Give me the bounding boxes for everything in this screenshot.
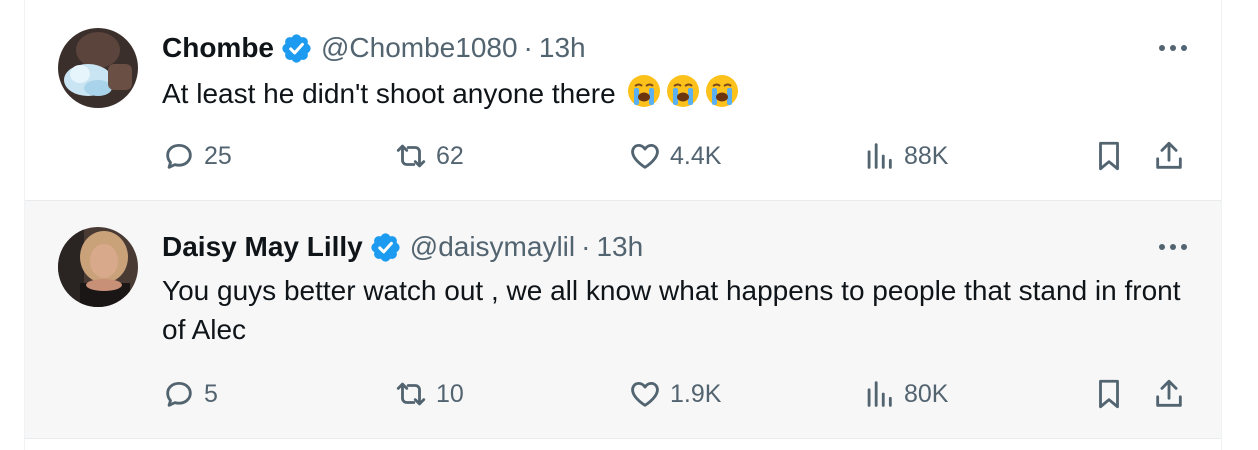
separator-dot: · <box>581 231 591 262</box>
reply-button[interactable]: 5 <box>162 374 218 414</box>
heart-icon <box>631 143 659 169</box>
share-icon <box>1156 379 1182 407</box>
more-options-icon[interactable] <box>1155 227 1191 267</box>
share-icon <box>1156 141 1182 169</box>
tweet-header: Chombe @Chombe1080 · 13h <box>162 28 1191 68</box>
tweet[interactable]: Chombe @Chombe1080 · 13h At least he did… <box>25 0 1221 201</box>
views-button[interactable]: 80K <box>862 374 948 414</box>
bookmark-icon <box>1099 141 1119 171</box>
timestamp[interactable]: 13h <box>596 231 643 263</box>
tweet-text: At least he didn't shoot anyone there <box>162 73 1191 113</box>
like-count: 1.9K <box>670 379 722 408</box>
reply-button[interactable]: 25 <box>162 136 232 176</box>
loudly-crying-face-icon <box>667 75 700 107</box>
views-button[interactable]: 88K <box>862 136 948 176</box>
views-chart-icon <box>867 381 892 407</box>
view-count: 80K <box>904 379 949 408</box>
tweet[interactable]: Daisy May Lilly @daisymaylil · 13h You g… <box>25 201 1221 439</box>
share-button[interactable] <box>1152 136 1186 176</box>
reply-count: 25 <box>204 141 232 170</box>
retweet-button[interactable]: 62 <box>394 136 464 176</box>
like-button[interactable]: 4.4K <box>628 136 721 176</box>
loudly-crying-face-icon <box>628 75 661 107</box>
timestamp[interactable]: 13h <box>539 32 586 64</box>
avatar[interactable] <box>58 227 138 307</box>
tweet-header: Daisy May Lilly @daisymaylil · 13h <box>162 227 1191 267</box>
heart-icon <box>631 381 659 407</box>
retweet-icon <box>396 144 426 168</box>
bookmark-icon <box>1099 379 1119 409</box>
reply-count: 5 <box>204 379 218 408</box>
tweet-actions: 25 62 4.4K 88K <box>162 136 1191 176</box>
retweet-button[interactable]: 10 <box>394 374 464 414</box>
more-options-icon[interactable] <box>1155 28 1191 68</box>
tweet-text: You guys better watch out , we all know … <box>162 271 1191 349</box>
display-name[interactable]: Daisy May Lilly <box>162 231 363 263</box>
avatar[interactable] <box>58 28 138 108</box>
user-handle[interactable]: @daisymaylil <box>410 231 575 263</box>
like-count: 4.4K <box>670 141 722 170</box>
timeline: Chombe @Chombe1080 · 13h At least he did… <box>24 0 1222 450</box>
display-name[interactable]: Chombe <box>162 32 274 64</box>
loudly-crying-face-icon <box>706 75 739 107</box>
tweet-text-content: You guys better watch out , we all know … <box>162 275 1181 345</box>
retweet-count: 10 <box>436 379 464 408</box>
verified-badge-icon <box>371 232 400 262</box>
verified-badge-icon <box>282 33 311 63</box>
tweet-text-content: At least he didn't shoot anyone there <box>162 78 616 109</box>
retweet-count: 62 <box>436 141 464 170</box>
bookmark-button[interactable] <box>1092 136 1126 176</box>
tweet-actions: 5 10 1.9K 80K <box>162 374 1191 414</box>
like-button[interactable]: 1.9K <box>628 374 721 414</box>
bookmark-button[interactable] <box>1092 374 1126 414</box>
retweet-icon <box>396 382 426 406</box>
reply-icon <box>166 381 192 407</box>
reply-icon <box>166 143 192 169</box>
user-handle[interactable]: @Chombe1080 <box>321 32 518 64</box>
view-count: 88K <box>904 141 949 170</box>
separator-dot: · <box>523 32 533 63</box>
share-button[interactable] <box>1152 374 1186 414</box>
views-chart-icon <box>867 143 892 169</box>
